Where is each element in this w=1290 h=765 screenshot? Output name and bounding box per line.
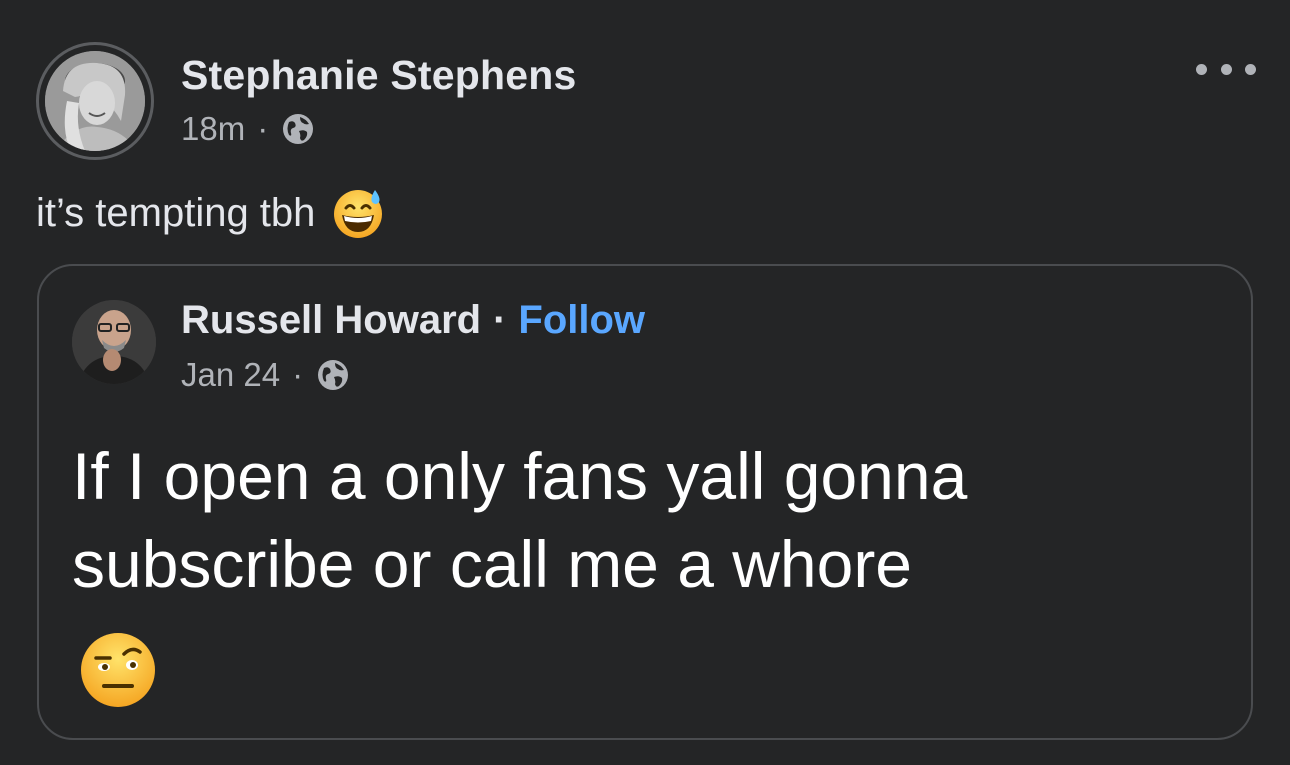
more-dot xyxy=(1220,63,1232,75)
header-separator: · xyxy=(493,298,507,342)
shared-post-text: If I open a only fans yall gonna subscri… xyxy=(72,439,968,601)
more-options-icon[interactable] xyxy=(1196,54,1256,84)
more-dot xyxy=(1196,63,1207,75)
post-timestamp[interactable]: 18m xyxy=(181,110,245,148)
meta-separator: · xyxy=(257,110,269,147)
face-with-raised-eyebrow-emoji xyxy=(81,633,155,707)
follow-button[interactable]: Follow xyxy=(518,298,645,343)
more-dot xyxy=(1245,63,1256,75)
shared-author-avatar[interactable] xyxy=(72,300,156,384)
meta-separator: · xyxy=(292,356,304,393)
post-body: it’s tempting tbh xyxy=(36,186,385,240)
author-name[interactable]: Stephanie Stephens xyxy=(181,52,576,99)
facebook-post: Stephanie Stephens 18m · it’s tempting t… xyxy=(0,0,1290,765)
shared-post-header: Russell Howard · Follow xyxy=(181,298,645,343)
post-meta: 18m · xyxy=(181,110,316,148)
author-avatar-image xyxy=(45,51,145,151)
grinning-face-with-sweat-emoji xyxy=(334,190,383,238)
author-avatar[interactable] xyxy=(36,42,154,160)
post-text: it’s tempting tbh xyxy=(36,190,316,235)
globe-icon[interactable] xyxy=(315,357,351,393)
globe-icon[interactable] xyxy=(280,111,316,147)
shared-post-meta: Jan 24 · xyxy=(181,356,351,394)
shared-post-timestamp[interactable]: Jan 24 xyxy=(181,356,280,394)
shared-author-name[interactable]: Russell Howard xyxy=(181,298,481,343)
